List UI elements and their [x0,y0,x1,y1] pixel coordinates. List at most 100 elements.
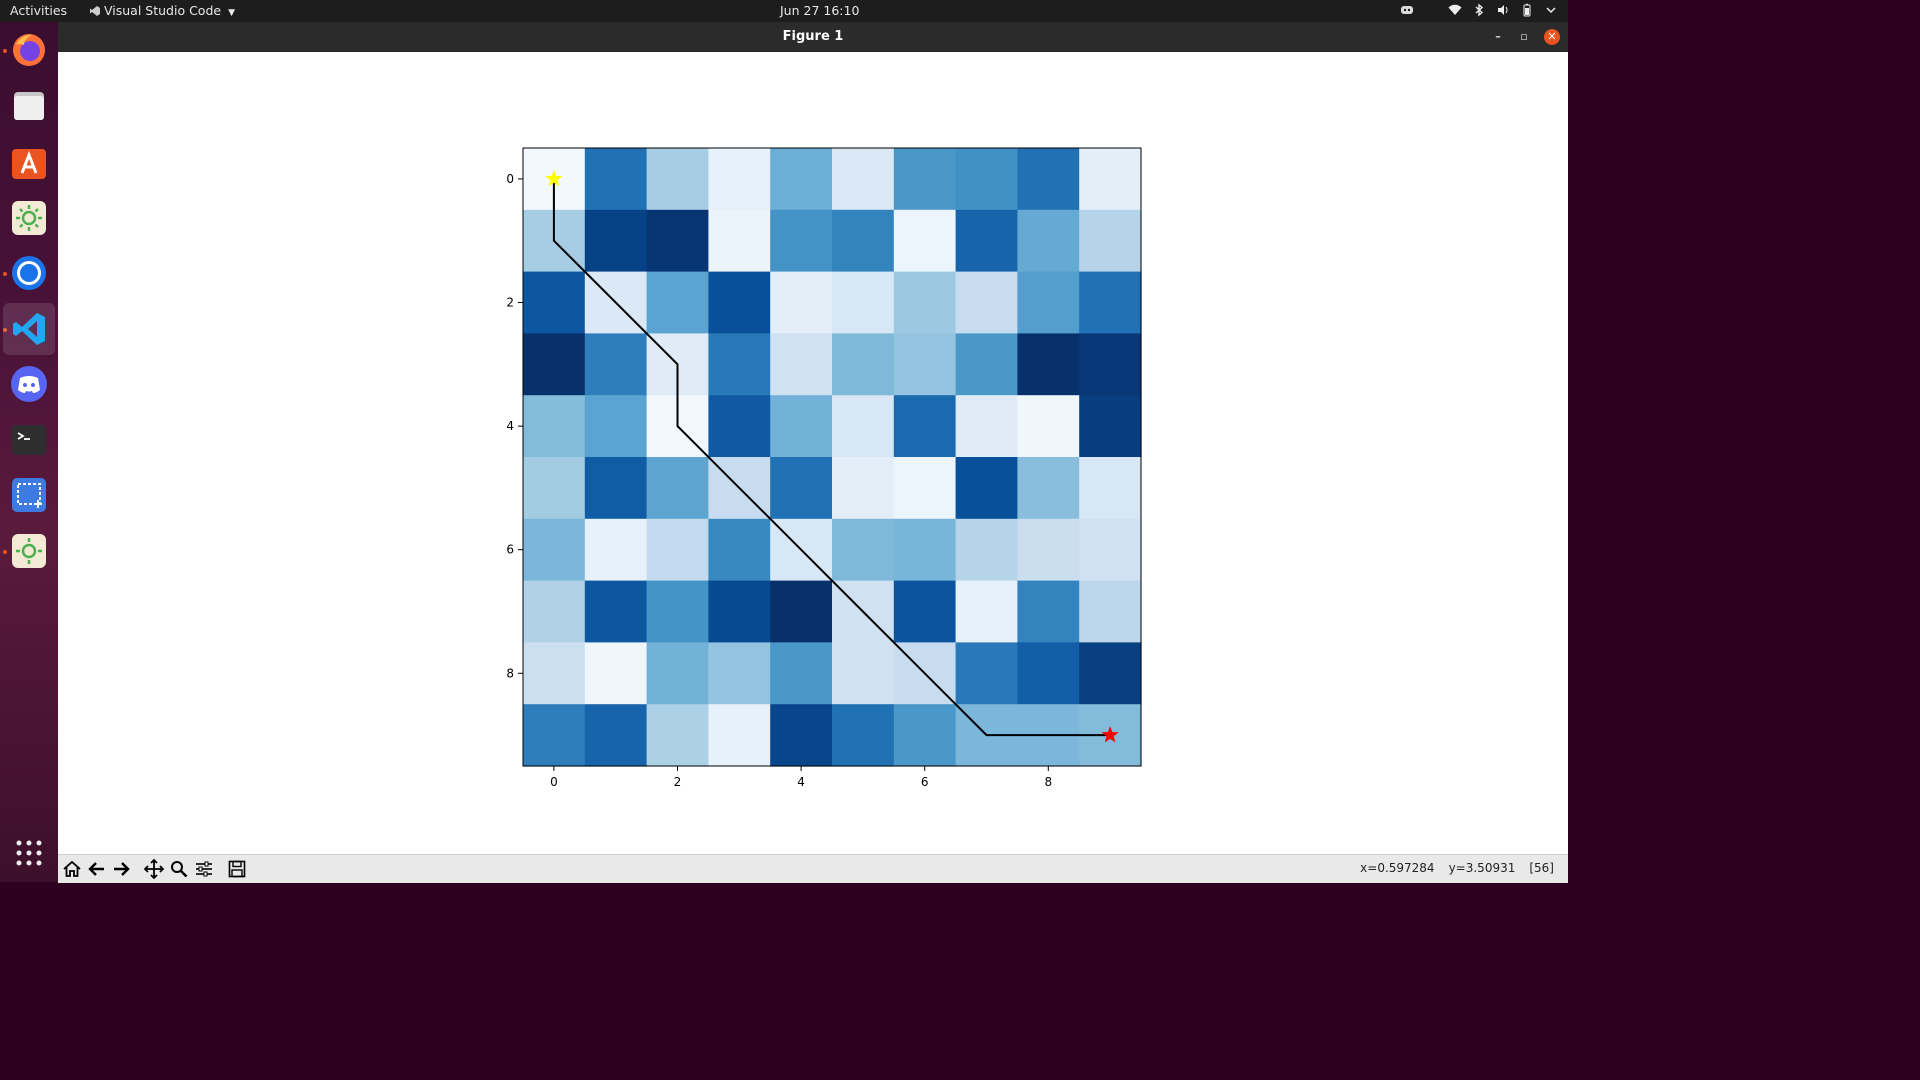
coord-value: [56] [1529,861,1554,875]
x-tick-label: 8 [1044,775,1052,789]
running-indicator [3,49,7,53]
heatmap-cell [1079,457,1142,520]
dock-discord[interactable] [9,364,49,404]
heatmap-cell [708,148,771,211]
heatmap-cell [584,333,648,396]
heatmap-cell [708,209,771,273]
heatmap-cell [832,271,895,334]
discord-icon [11,366,47,402]
figure-canvas[interactable]: 0 2 4 6 8 0 2 4 6 8 [58,52,1568,854]
bluetooth-icon[interactable] [1472,3,1486,17]
heatmap-cell [1017,395,1080,458]
figure-window: Figure 1 – ▫ ✕ 0 2 4 6 8 0 2 4 6 8 x=0.597284 y=3.… [58,22,1568,883]
heatmap-cell [646,580,709,643]
heatmap-cell [770,271,833,334]
dock-settings[interactable] [9,198,49,238]
heatmap-cell [646,704,709,767]
heatmap-cell [893,395,957,458]
heatmap-cell [832,395,895,458]
clock[interactable]: Jun 27 16:10 [780,3,859,18]
heatmap-cell [584,395,648,458]
heatmap-cell [523,704,586,767]
home-button[interactable] [61,858,83,880]
terminal-icon [12,425,46,455]
minimize-button[interactable]: – [1490,29,1506,45]
x-tick-label: 0 [550,775,558,789]
dock-software[interactable] [9,142,49,182]
move-icon [144,859,164,879]
dock-screenshot[interactable] [9,475,49,515]
y-tick-label: 2 [506,296,514,310]
dock-vscode[interactable] [3,303,55,355]
running-indicator [3,272,7,276]
dock-terminal[interactable] [9,420,49,460]
battery-icon[interactable] [1520,3,1534,17]
heatmap-cell [893,148,957,211]
heatmap-cell [1017,642,1080,705]
heatmap-cell [770,580,833,643]
show-apps-button[interactable] [9,833,49,873]
heatmap-cell [1079,333,1142,396]
heatmap-cell [1017,580,1080,643]
discord-tray-icon[interactable] [1400,3,1414,17]
heatmap-cell [955,271,1018,334]
wifi-icon[interactable] [1448,3,1462,17]
heatmap-cell [955,642,1018,705]
forward-button[interactable] [110,858,132,880]
heatmap-cell [832,518,895,582]
heatmap-cell [770,148,833,211]
heatmap-cell [893,580,957,643]
heatmap-cell [584,518,648,582]
heatmap-cell [1079,642,1142,705]
system-tray[interactable] [1400,3,1558,17]
heatmap-cell [646,209,709,273]
dock-chrome[interactable] [9,253,49,293]
heatmap-cell [523,395,586,458]
sun-settings-icon [12,534,46,568]
heatmap-cell [708,580,771,643]
screenshot-icon [12,478,46,512]
heatmap-cell [1017,271,1080,334]
heatmap-cell [770,395,833,458]
app-menu-label: Visual Studio Code [104,3,222,18]
sun-settings-icon [12,201,46,235]
heatmap-cell [955,580,1018,643]
heatmap-cell [893,209,957,273]
heatmap-cell [1079,580,1142,643]
heatmap-cell [893,704,957,767]
heatmap-cell [1079,148,1142,211]
heatmap-cell [893,457,957,520]
window-title: Figure 1 [782,29,844,44]
cursor-coordinates: x=0.597284 y=3.50931 [56] [1346,861,1554,875]
configure-subplots-button[interactable] [193,858,215,880]
heatmap-plot[interactable]: 0 2 4 6 8 0 2 4 6 8 [58,52,1568,854]
dock-settings-2[interactable] [9,531,49,571]
top-bar: Activities Visual Studio Code ▼ Jun 27 1… [0,0,1568,22]
heatmap-cell [770,642,833,705]
heatmap-cell [708,704,771,767]
heatmap-cell [770,457,833,520]
heatmap-cell [832,209,895,273]
floppy-disk-icon [228,860,246,878]
volume-icon[interactable] [1496,3,1510,17]
close-button[interactable]: ✕ [1544,29,1560,45]
heatmap-cell [584,580,648,643]
chevron-down-icon[interactable] [1544,3,1558,17]
app-menu[interactable]: Visual Studio Code ▼ [90,3,235,18]
heatmap-cell [1017,457,1080,520]
zoom-button[interactable] [168,858,190,880]
dock-files[interactable] [9,86,49,126]
coord-x: x=0.597284 [1360,861,1435,875]
dock-firefox[interactable] [9,30,49,70]
heatmap-cell [832,457,895,520]
activities-button[interactable]: Activities [10,3,67,18]
heatmap-cell [955,209,1018,273]
home-icon [63,860,81,877]
chevron-down-icon: ▼ [228,8,235,18]
title-bar[interactable]: Figure 1 – ▫ ✕ [58,22,1568,52]
pan-button[interactable] [143,858,165,880]
save-button[interactable] [226,858,248,880]
heatmap-cell [584,209,648,273]
maximize-button[interactable]: ▫ [1516,29,1532,45]
back-button[interactable] [86,858,108,880]
